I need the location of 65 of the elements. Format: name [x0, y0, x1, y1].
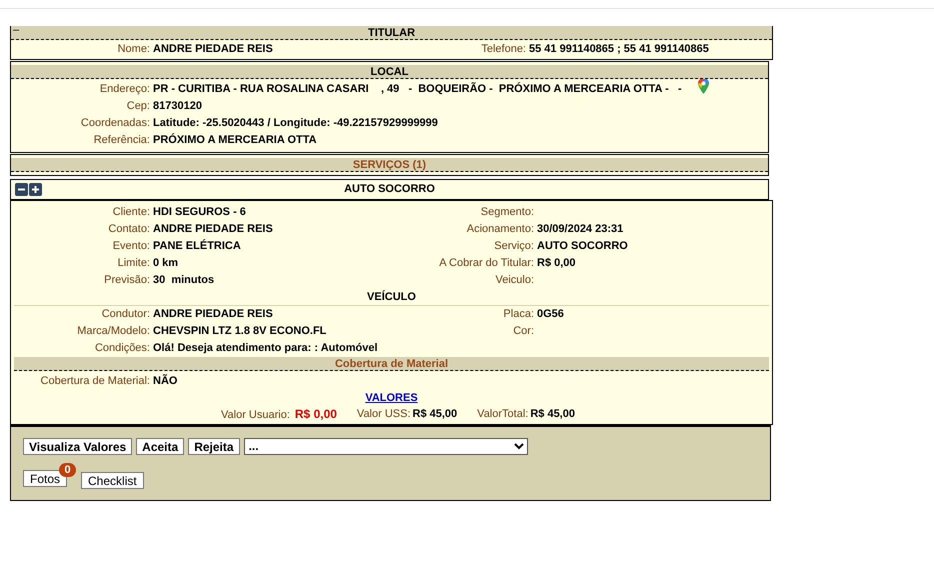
field-value: ANDRE PIEDADE REIS [153, 307, 274, 322]
field-label: ValorTotal: [477, 408, 528, 420]
field-value: PR - CURITIBA - RUA ROSALINA CASARI , 49 - BOQUEIRÃO - PRÓXIMO A MERCEARIA OTTA - - [153, 81, 682, 97]
field-value: ANDRE PIEDADE REIS [153, 42, 274, 57]
collapse-icon[interactable] [15, 183, 28, 196]
field-value: 0 km [153, 256, 180, 271]
field-label: Acionamento: [466, 222, 535, 237]
field-label: Endereço: [98, 82, 151, 97]
field-label: Limite: [116, 256, 151, 271]
field-value: HDI SEGUROS - 6 [153, 205, 247, 220]
action-button[interactable]: Visualiza Valores [23, 438, 132, 455]
field-value: 30/09/2024 23:31 [537, 222, 624, 237]
field-value: NÃO [153, 373, 178, 389]
field-label: Placa: [502, 307, 535, 322]
field-value: AUTO SOCORRO [537, 239, 629, 254]
status-dropdown[interactable]: ... [244, 438, 528, 455]
expand-icon[interactable] [29, 183, 42, 196]
field-label: Coordenadas: [80, 116, 151, 131]
field-value: Latitude: -25.5020443 / Longitude: -49.22157929999999 [153, 116, 438, 131]
field-label: Cep: [126, 99, 151, 114]
caret-icon [514, 443, 524, 450]
field-label: Cor: [512, 324, 535, 339]
field-label: Marca/Modelo: [76, 324, 151, 339]
collapse-toggle[interactable]: – [13, 23, 20, 37]
map-pin-icon[interactable] [698, 78, 709, 94]
field-label: Previsão: [103, 273, 151, 288]
section-title: VEÍCULO [367, 289, 416, 305]
field-label: Cobertura de Material: [40, 374, 151, 389]
field-value: Olá! Deseja atendimento para: : Automóvel [153, 341, 379, 356]
action-button[interactable]: Rejeita [188, 438, 240, 455]
field-value: 30 minutos [153, 273, 216, 288]
count-badge: 0 [59, 463, 76, 477]
field-value: 81730120 [153, 99, 202, 114]
field-label: Veiculo: [494, 273, 535, 288]
field-value: PRÓXIMO A MERCEARIA OTTA [153, 132, 317, 148]
section-title: LOCAL [370, 64, 408, 78]
service-title: AUTO SOCORRO [344, 182, 435, 197]
field-label: A Cobrar do Titular: [438, 256, 535, 271]
field-label: Valor USS: [356, 408, 411, 420]
section-title: SERVIÇOS (1) [352, 158, 426, 172]
field-value: 55 41 991140865 ; 55 41 991140865 [529, 42, 710, 57]
field-label: Condições: [94, 341, 151, 356]
field-value: R$ 0,00 [294, 407, 337, 421]
section-title: Cobertura de Material [334, 356, 448, 370]
field-label: Segmento: [480, 205, 535, 220]
field-label: Valor Usuario: [221, 409, 290, 421]
field-value: R$ 45,00 [412, 408, 458, 420]
field-value: ANDRE PIEDADE REIS [153, 222, 274, 237]
values-link[interactable]: VALORES [365, 391, 418, 406]
field-label: Evento: [112, 239, 151, 254]
action-button[interactable]: Aceita [136, 438, 184, 455]
section-title: TITULAR [368, 26, 416, 40]
field-value: PANE ELÉTRICA [153, 238, 242, 254]
field-value: R$ 0,00 [537, 256, 577, 271]
field-value: 0G56 [537, 307, 565, 322]
field-label: Contato: [107, 222, 151, 237]
field-label: Nome: [116, 42, 151, 57]
field-label: Serviço: [493, 239, 535, 254]
field-value: R$ 45,00 [530, 408, 575, 420]
checklist-button[interactable]: Checklist [81, 472, 144, 489]
field-label: Referência: [92, 133, 151, 148]
field-label: Telefone: [480, 42, 527, 57]
field-label: Condutor: [100, 307, 151, 322]
field-value: CHEVSPIN LTZ 1.8 8V ECONO.FL [153, 324, 328, 339]
field-label: Cliente: [112, 205, 151, 220]
